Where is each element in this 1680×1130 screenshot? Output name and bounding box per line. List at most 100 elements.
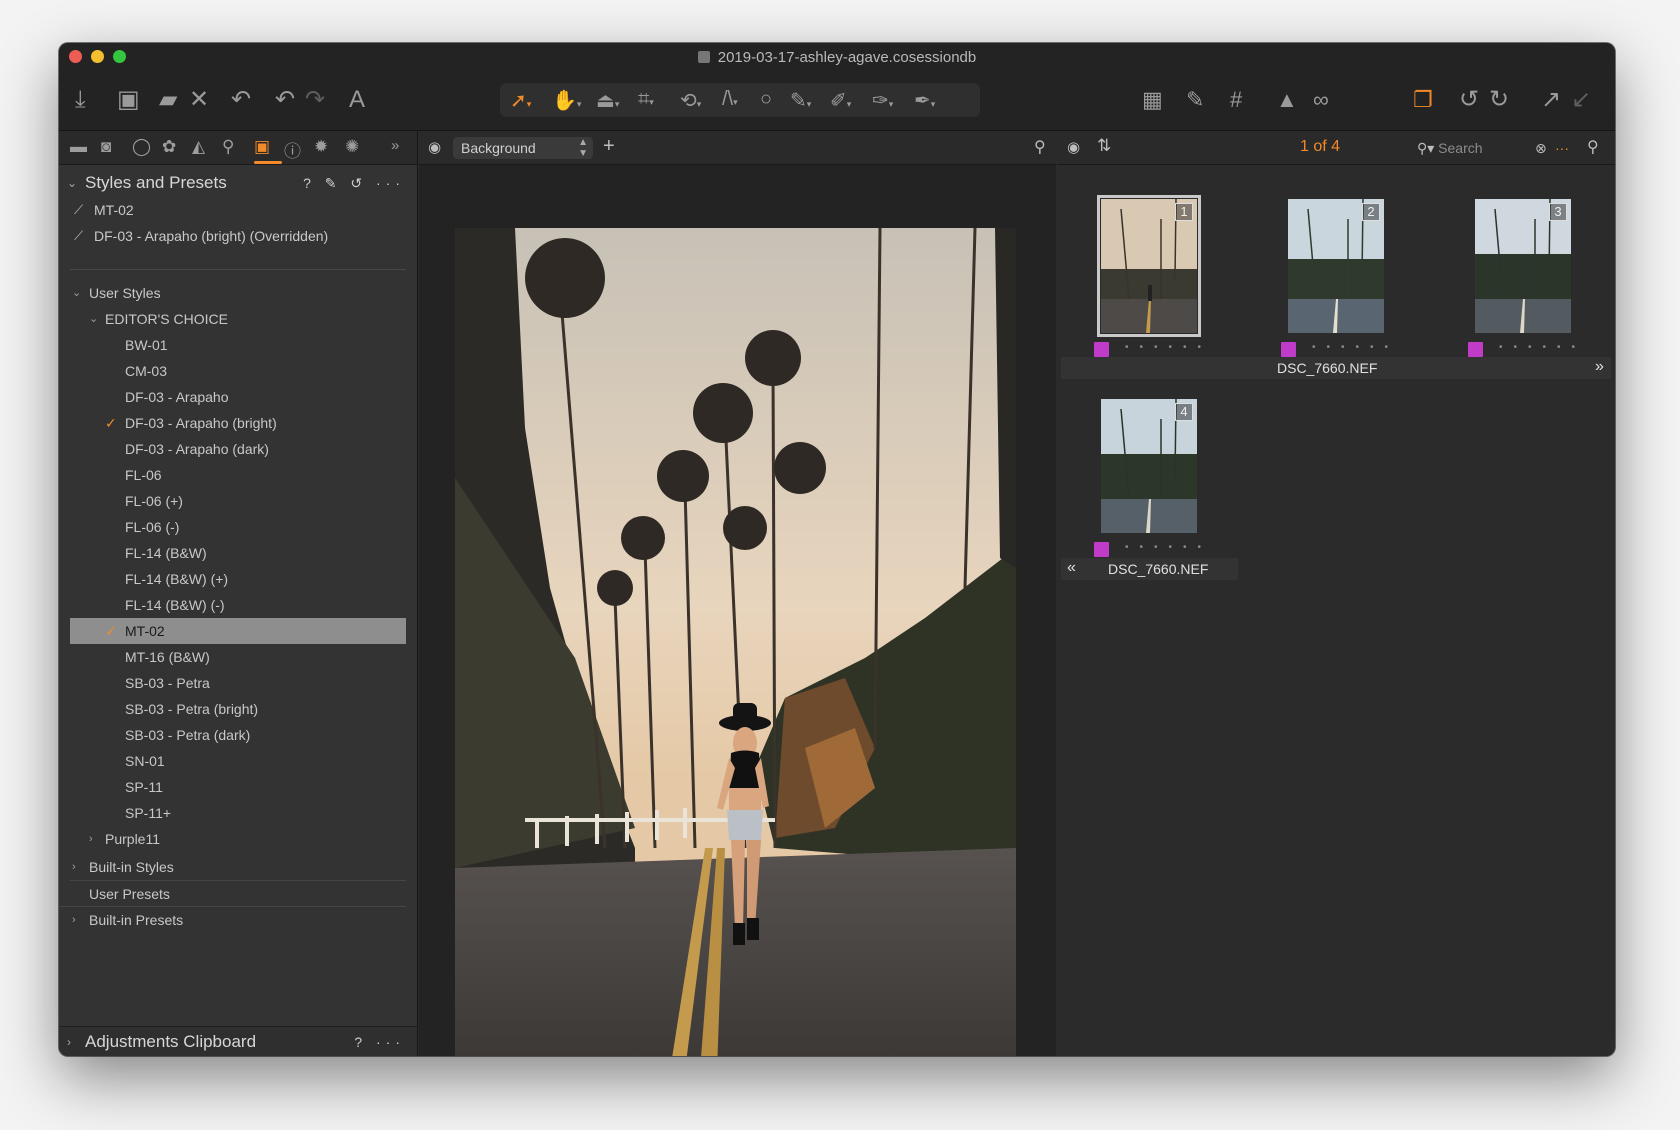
zoom-icon[interactable]: ⚲: [1587, 137, 1599, 157]
chevron-right-icon[interactable]: ›: [67, 1027, 71, 1056]
styles-presets-header[interactable]: ⌄ Styles and Presets ? ✎ ↺ ···: [59, 169, 417, 197]
color-tag[interactable]: [1094, 542, 1109, 557]
builtin-presets-group[interactable]: › Built-in Presets: [59, 906, 406, 932]
warning-icon[interactable]: ▲: [1276, 85, 1298, 115]
style-item[interactable]: FL-06 (+): [59, 488, 417, 514]
thumbnail[interactable]: 2: [1288, 199, 1384, 333]
grid-icon[interactable]: ▦: [1142, 85, 1163, 115]
collapse-left-icon[interactable]: «: [1067, 559, 1076, 577]
zoom-window-button[interactable]: [113, 50, 126, 63]
rating-stars[interactable]: ••••••: [1125, 542, 1212, 553]
user-presets-group[interactable]: User Presets: [70, 880, 406, 906]
keystone-icon[interactable]: /\▾: [722, 88, 738, 111]
thumbnail[interactable]: 3: [1475, 199, 1571, 333]
text-icon[interactable]: A: [349, 85, 365, 115]
style-item[interactable]: ✓ DF-03 - Arapaho (bright): [59, 410, 417, 436]
capture-tab-icon[interactable]: ◙: [101, 137, 111, 157]
spot-icon[interactable]: ○: [760, 88, 772, 111]
select-cursor-icon[interactable]: ➚▾: [510, 88, 531, 113]
style-item[interactable]: SP-11: [59, 774, 417, 800]
eraser-icon[interactable]: ✐▾: [830, 88, 851, 113]
layer-select[interactable]: Background ▲ ▼: [453, 137, 593, 159]
adjustments-tab-icon[interactable]: ▣: [254, 137, 270, 157]
chevron-right-icon[interactable]: ›: [89, 826, 93, 852]
gradient-icon[interactable]: ✑▾: [872, 88, 893, 113]
thumbnail[interactable]: 4: [1101, 399, 1197, 533]
style-item[interactable]: FL-06: [59, 462, 417, 488]
style-item[interactable]: FL-14 (B&W) (+): [59, 566, 417, 592]
rating-stars[interactable]: ••••••: [1312, 342, 1399, 353]
style-item[interactable]: FL-14 (B&W) (-): [59, 592, 417, 618]
delete-icon[interactable]: ✕: [189, 85, 209, 115]
color-tag[interactable]: [1094, 342, 1109, 357]
camera-icon[interactable]: ▣: [117, 85, 140, 115]
brush-icon[interactable]: ✎▾: [790, 88, 811, 113]
minimize-window-button[interactable]: [91, 50, 104, 63]
editors-choice-group[interactable]: ⌄ EDITOR'S CHOICE: [59, 306, 417, 332]
rating-stars[interactable]: ••••••: [1125, 342, 1212, 353]
output-tab-icon[interactable]: ✹: [314, 137, 328, 157]
main-photo[interactable]: [455, 228, 1016, 1056]
overlay-grid-icon[interactable]: #: [1230, 85, 1242, 115]
search-field[interactable]: ⚲▾ Search ⊗ ···: [1417, 137, 1569, 159]
color-tag[interactable]: [1281, 342, 1296, 357]
chevron-down-icon[interactable]: ⌄: [89, 306, 98, 332]
style-item[interactable]: FL-06 (-): [59, 514, 417, 540]
import-icon[interactable]: ⤓: [75, 85, 86, 115]
add-layer-icon[interactable]: +: [603, 135, 615, 158]
eye-icon[interactable]: ◉: [1067, 138, 1080, 156]
batch-tab-icon[interactable]: ✺: [345, 137, 359, 157]
style-item[interactable]: DF-03 - Arapaho: [59, 384, 417, 410]
adjustments-clipboard-header[interactable]: › Adjustments Clipboard ? ···: [59, 1026, 417, 1056]
zoom-icon[interactable]: ⚲: [1034, 137, 1046, 157]
style-item[interactable]: CM-03: [59, 358, 417, 384]
style-item[interactable]: MT-16 (B&W): [59, 644, 417, 670]
picker-icon[interactable]: ✒▾: [914, 88, 935, 113]
sort-icon[interactable]: ⇅: [1097, 136, 1111, 156]
panel-controls[interactable]: ? ✎ ↺ ···: [303, 169, 405, 197]
rotate-icon[interactable]: ⟲▾: [680, 88, 701, 113]
glasses-icon[interactable]: ∞: [1313, 85, 1329, 115]
color-tag[interactable]: [1468, 342, 1483, 357]
chevron-right-icon[interactable]: ›: [72, 907, 76, 933]
rotate-right-icon[interactable]: ↻: [1489, 85, 1509, 115]
lens-tab-icon[interactable]: ◯: [132, 137, 151, 157]
user-styles-group[interactable]: ⌄ User Styles: [59, 280, 417, 306]
style-item[interactable]: SB-03 - Petra (bright): [59, 696, 417, 722]
pan-icon[interactable]: ✋▾: [552, 88, 581, 113]
builtin-styles-group[interactable]: › Built-in Styles: [59, 854, 406, 880]
edit-icon[interactable]: ✎: [1186, 85, 1204, 115]
style-item[interactable]: SB-03 - Petra (dark): [59, 722, 417, 748]
close-window-button[interactable]: [69, 50, 82, 63]
rating-stars[interactable]: ••••••: [1499, 342, 1586, 353]
eye-icon[interactable]: ◉: [428, 138, 441, 156]
import-in-icon[interactable]: ↙: [1571, 85, 1591, 115]
undo-back-icon[interactable]: ↶: [275, 85, 295, 115]
export-icon[interactable]: ↗: [1541, 85, 1561, 115]
variants-icon[interactable]: ❐: [1413, 85, 1433, 115]
color-tab-icon[interactable]: ✿: [162, 137, 176, 157]
details-tab-icon[interactable]: ⚲: [222, 137, 234, 157]
panel-controls[interactable]: ? ···: [354, 1027, 405, 1056]
folder-move-icon[interactable]: ▰: [159, 85, 177, 115]
style-item[interactable]: SP-11+: [59, 800, 417, 826]
crop-icon[interactable]: ⌗▾: [638, 88, 654, 111]
purple-group[interactable]: › Purple11: [59, 826, 417, 852]
filter-options-icon[interactable]: ···: [1555, 137, 1569, 159]
style-item[interactable]: DF-03 - Arapaho (dark): [59, 436, 417, 462]
metadata-tab-icon[interactable]: ⓘ: [284, 137, 301, 162]
style-item[interactable]: FL-14 (B&W): [59, 540, 417, 566]
style-item[interactable]: BW-01: [59, 332, 417, 358]
more-tabs-icon[interactable]: »: [391, 137, 399, 154]
library-tab-icon[interactable]: ▬: [70, 137, 87, 157]
style-item[interactable]: ✓ MT-02: [70, 618, 406, 644]
expand-right-icon[interactable]: »: [1595, 358, 1604, 376]
loupe-icon[interactable]: ⏏▾: [596, 88, 619, 113]
chevron-down-icon[interactable]: ⌄: [72, 280, 81, 306]
exposure-tab-icon[interactable]: ◭: [192, 137, 205, 157]
chevron-right-icon[interactable]: ›: [72, 854, 76, 880]
style-item[interactable]: SB-03 - Petra: [59, 670, 417, 696]
undo-icon[interactable]: ↶: [231, 85, 251, 115]
rotate-left-icon[interactable]: ↺: [1459, 85, 1479, 115]
chevron-down-icon[interactable]: ⌄: [67, 169, 77, 197]
